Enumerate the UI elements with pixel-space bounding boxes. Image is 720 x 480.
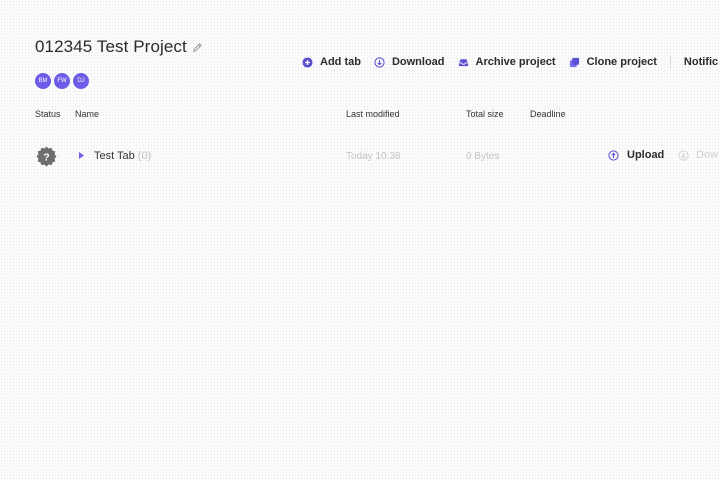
- avatar[interactable]: DJ: [73, 73, 89, 89]
- add-tab-label: Add tab: [320, 56, 361, 68]
- notifications-label: Notific: [683, 56, 719, 68]
- download-button[interactable]: Download: [374, 56, 445, 68]
- archive-project-label: Archive project: [475, 56, 556, 68]
- upload-label: Upload: [627, 149, 665, 161]
- upload-circle-icon: [608, 149, 619, 161]
- avatar[interactable]: BM: [35, 73, 51, 89]
- status-symbol: ?: [43, 152, 49, 164]
- add-tab-button[interactable]: Add tab: [302, 56, 361, 68]
- column-header-status: Status: [35, 109, 61, 119]
- column-header-name[interactable]: Name: [75, 109, 99, 119]
- archive-project-button[interactable]: Archive project: [458, 56, 556, 68]
- member-avatars: BM FW DJ: [35, 73, 89, 89]
- column-header-total-size[interactable]: Total size: [466, 109, 504, 119]
- tab-file-count: (0): [137, 150, 152, 162]
- project-toolbar: Add tab Download Archive project Clone p…: [302, 55, 718, 69]
- expand-caret-icon[interactable]: [79, 152, 84, 159]
- total-size-value: 0 Bytes: [466, 151, 500, 162]
- page-title: 012345 Test Project: [35, 37, 187, 56]
- column-header-last-modified[interactable]: Last modified: [346, 109, 400, 119]
- column-header-deadline[interactable]: Deadline: [530, 109, 566, 119]
- clone-project-button[interactable]: Clone project: [569, 56, 657, 68]
- download-circle-icon: [374, 56, 385, 68]
- row-download-button[interactable]: Dow: [678, 149, 718, 161]
- clone-project-label: Clone project: [586, 56, 657, 68]
- tab-name[interactable]: Test Tab (0): [94, 150, 151, 162]
- edit-pencil-icon[interactable]: [192, 42, 203, 53]
- toolbar-divider: [669, 55, 671, 69]
- upload-button[interactable]: Upload: [608, 149, 664, 161]
- row-download-label: Dow: [696, 149, 719, 161]
- download-label: Download: [391, 56, 445, 68]
- avatar[interactable]: FW: [54, 73, 70, 89]
- last-modified-value: Today 10:38: [346, 151, 401, 162]
- archive-tray-icon: [458, 58, 468, 66]
- plus-circle-icon: [302, 56, 313, 68]
- status-unknown-badge-icon: ?: [36, 146, 57, 167]
- download-circle-icon: [678, 149, 689, 161]
- tab-name-label: Test Tab: [94, 150, 135, 162]
- clone-copy-icon: [569, 57, 579, 67]
- notifications-button[interactable]: Notific: [684, 56, 718, 68]
